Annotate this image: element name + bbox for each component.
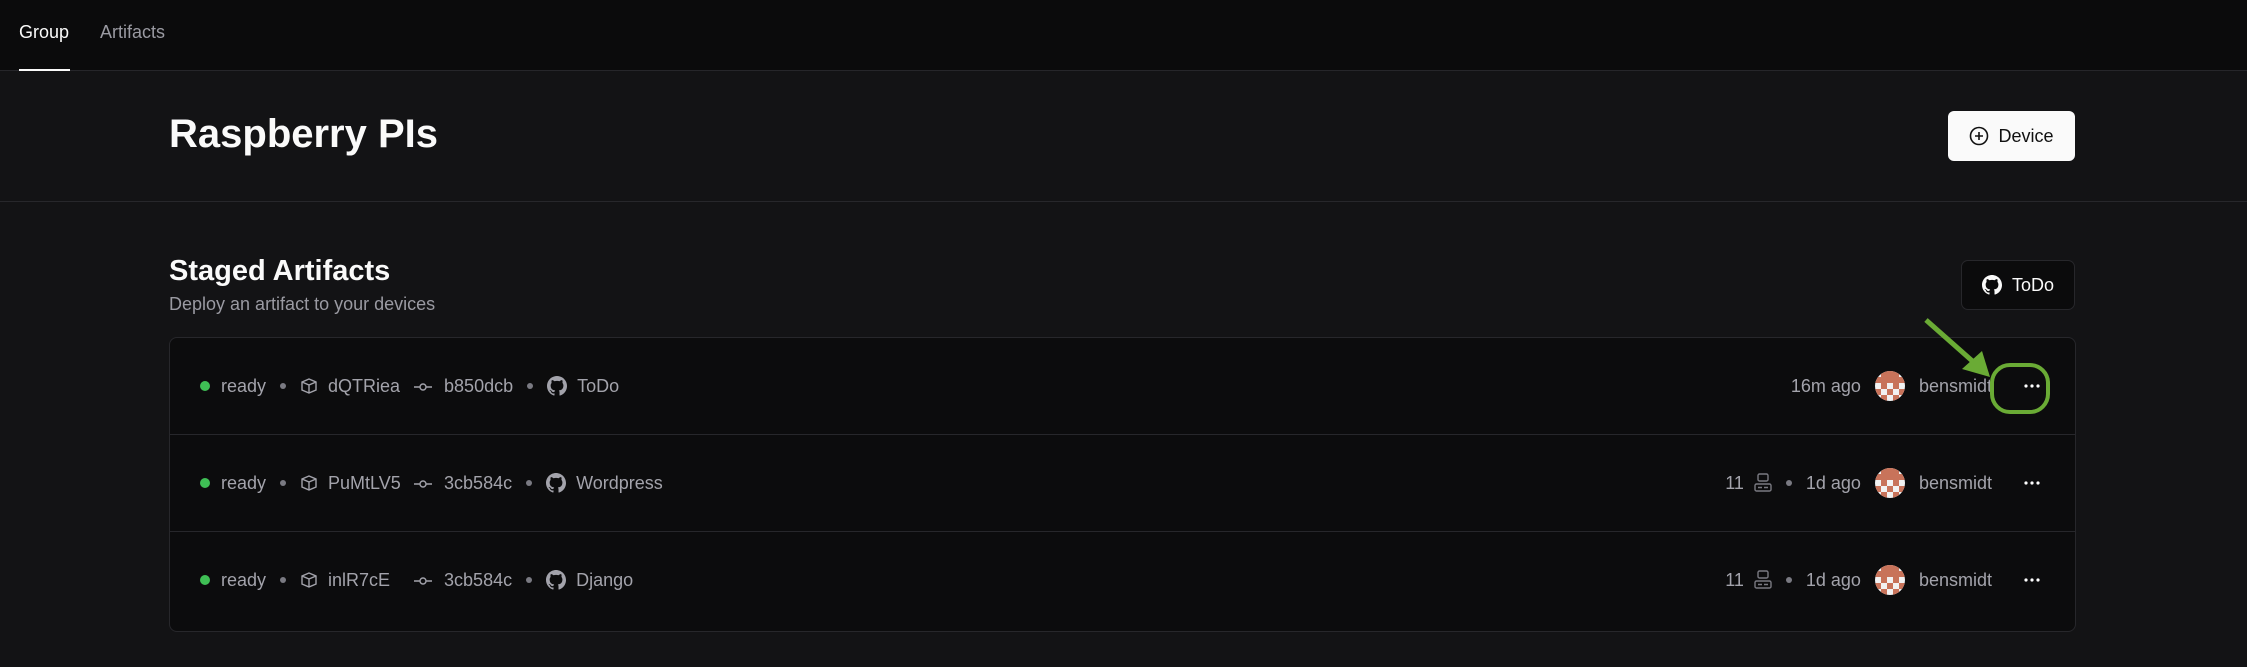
separator-dot <box>280 480 287 486</box>
add-device-label: Device <box>1998 125 2054 146</box>
artifact-row[interactable]: ready dQTRiea b850dcb ToDo 16m ago bensm… <box>170 338 2075 435</box>
repo-name[interactable]: Wordpress <box>576 473 663 494</box>
separator-dot <box>1785 480 1792 486</box>
username[interactable]: bensmidt <box>1919 570 1992 591</box>
github-icon <box>1981 275 2002 295</box>
package-icon <box>300 571 318 589</box>
status-text: ready <box>221 569 267 590</box>
repo-name[interactable]: Django <box>576 570 633 591</box>
commit-hash[interactable]: b850dcb <box>444 376 513 397</box>
ellipsis-icon <box>2024 481 2040 485</box>
time-ago: 1d ago <box>1805 472 1861 493</box>
commit-hash[interactable]: 3cb584c <box>444 473 512 494</box>
git-commit-icon <box>414 376 433 397</box>
github-icon <box>547 376 568 396</box>
device-count: 11 <box>1725 472 1744 493</box>
devices-icon <box>1754 473 1772 493</box>
repo-button-label: ToDo <box>2011 274 2055 295</box>
separator-dot <box>527 383 534 389</box>
artifact-id[interactable]: inlR7cE <box>328 570 402 591</box>
artifact-id[interactable]: dQTRiea <box>328 376 402 397</box>
more-options-button[interactable] <box>2014 468 2050 498</box>
more-options-button[interactable] <box>2014 565 2050 595</box>
username[interactable]: bensmidt <box>1919 473 1992 494</box>
time-ago: 16m ago <box>1790 375 1861 396</box>
page-title: Raspberry PIs <box>169 112 439 156</box>
time-ago: 1d ago <box>1805 569 1861 590</box>
tab-artifacts[interactable]: Artifacts <box>100 22 165 43</box>
more-options-button[interactable] <box>2014 371 2050 401</box>
repo-button[interactable]: ToDo <box>1961 260 2075 310</box>
section-subtitle: Deploy an artifact to your devices <box>169 294 436 314</box>
add-device-button[interactable]: Device <box>1948 111 2075 161</box>
git-commit-icon <box>414 473 433 494</box>
avatar <box>1874 565 1905 595</box>
artifact-row[interactable]: ready PuMtLV5 3cb584c Wordpress 11 1d ag… <box>170 435 2075 532</box>
artifact-list: ready dQTRiea b850dcb ToDo 16m ago bensm… <box>169 337 2076 632</box>
package-icon <box>300 474 318 492</box>
status-text: ready <box>221 375 267 396</box>
status-dot <box>200 478 210 488</box>
avatar <box>1874 371 1905 401</box>
top-nav: Group Artifacts <box>0 0 2247 71</box>
device-count: 11 <box>1725 569 1744 590</box>
separator-dot <box>526 480 533 486</box>
repo-name[interactable]: ToDo <box>577 376 619 397</box>
separator-dot <box>526 577 533 583</box>
git-commit-icon <box>414 570 433 591</box>
separator-dot <box>1785 577 1792 583</box>
avatar <box>1874 468 1905 498</box>
status-dot <box>200 575 210 585</box>
package-icon <box>300 377 318 395</box>
username[interactable]: bensmidt <box>1919 376 1992 397</box>
separator-dot <box>280 577 287 583</box>
header-divider <box>0 201 2247 202</box>
ellipsis-icon <box>2024 578 2040 582</box>
section-title: Staged Artifacts <box>169 255 391 287</box>
github-icon <box>546 570 567 590</box>
devices-icon <box>1754 570 1772 590</box>
github-icon <box>546 473 567 493</box>
separator-dot <box>280 383 287 389</box>
artifact-row[interactable]: ready inlR7cE 3cb584c Django 11 1d ago b… <box>170 532 2075 628</box>
commit-hash[interactable]: 3cb584c <box>444 570 512 591</box>
tab-group[interactable]: Group <box>19 22 69 43</box>
ellipsis-icon <box>2024 384 2040 388</box>
plus-circle-icon <box>1970 126 1989 146</box>
status-text: ready <box>221 472 267 493</box>
artifact-id[interactable]: PuMtLV5 <box>328 473 402 494</box>
status-dot <box>200 381 210 391</box>
active-tab-indicator <box>19 69 70 71</box>
